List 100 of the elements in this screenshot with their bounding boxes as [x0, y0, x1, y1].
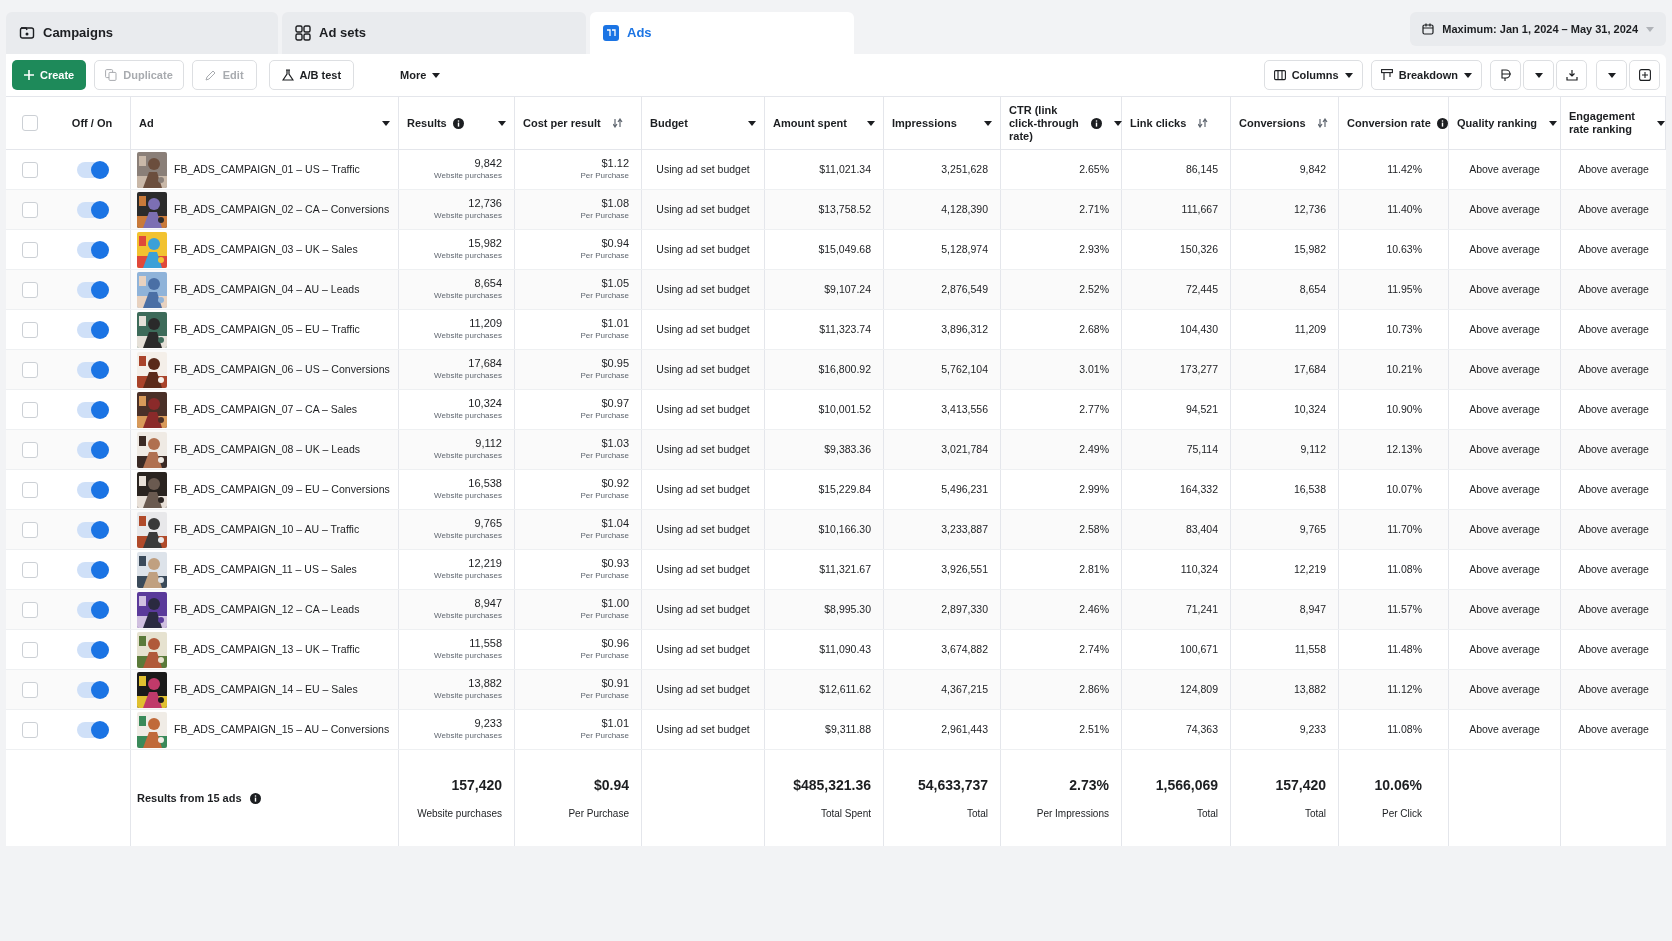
table-cell-text: 11,209	[1294, 321, 1326, 337]
column-header[interactable]: Amount spent	[773, 116, 847, 130]
total-caption: Total	[966, 807, 988, 821]
table-cell-text: Above average	[1578, 321, 1649, 337]
ad-name[interactable]: FB_ADS_CAMPAIGN_15 – AU – Conversions	[174, 721, 390, 738]
cell-caption: Per Purchase	[580, 650, 629, 662]
table-cell-text: Above average	[1469, 161, 1540, 177]
total-value: 157,420	[451, 776, 502, 795]
total-value: $485,321.36	[793, 776, 871, 795]
table-cell-text: 100,671	[1180, 641, 1218, 657]
table-cell-text: 104,430	[1180, 321, 1218, 337]
table-cell-text: 74,363	[1185, 721, 1218, 737]
column-header[interactable]: Off / On	[71, 116, 113, 130]
date-range-button[interactable]: Maximum: Jan 1, 2024 – May 31, 2024	[1410, 12, 1666, 46]
table-cell-text: Using ad set budget	[656, 681, 750, 697]
column-header[interactable]: Ad	[139, 116, 154, 130]
tab[interactable]: Campaigns	[6, 12, 278, 54]
table-cell: $0.91	[601, 677, 629, 690]
table-cell-text: Above average	[1578, 441, 1649, 457]
toolbar-button[interactable]: Breakdown	[1370, 60, 1482, 90]
cell-caption: Per Purchase	[580, 410, 629, 422]
column-header[interactable]: Conversions	[1239, 116, 1306, 130]
tab[interactable]: Ads	[590, 12, 854, 54]
column-header[interactable]: Conversion rate	[1347, 116, 1431, 130]
cell-caption: Website purchases	[434, 170, 502, 182]
table-cell-text: 10.73%	[1386, 321, 1422, 337]
toolbar-button[interactable]: More	[388, 60, 453, 90]
table-cell-text: Above average	[1578, 161, 1649, 177]
ad-name[interactable]: FB_ADS_CAMPAIGN_01 – US – Traffic	[174, 161, 360, 178]
table-cell: $0.95	[601, 357, 629, 370]
ad-name[interactable]: FB_ADS_CAMPAIGN_03 – UK – Sales	[174, 241, 358, 258]
table-cell-text: $11,321.67	[819, 561, 871, 577]
column-header[interactable]: Cost per result	[523, 116, 601, 130]
ad-name[interactable]: FB_ADS_CAMPAIGN_05 – EU – Traffic	[174, 321, 360, 338]
table-cell-text: 11.40%	[1387, 201, 1422, 217]
table-cell-text: Above average	[1578, 561, 1649, 577]
cell-caption: Website purchases	[434, 730, 502, 742]
table-cell-text: $16,800.92	[818, 361, 871, 377]
table-cell-text: Above average	[1469, 321, 1540, 337]
table-cell-text: Above average	[1578, 241, 1649, 257]
table-cell-text: 11.12%	[1387, 681, 1422, 697]
ad-name[interactable]: FB_ADS_CAMPAIGN_08 – UK – Leads	[174, 441, 360, 458]
ad-name[interactable]: FB_ADS_CAMPAIGN_07 – CA – Sales	[174, 401, 358, 418]
cell-caption: Per Purchase	[580, 530, 629, 542]
table-cell-text: 2.68%	[1079, 321, 1109, 337]
ad-name[interactable]: FB_ADS_CAMPAIGN_12 – CA – Leads	[174, 601, 360, 618]
table-cell-text: 12.13%	[1386, 441, 1422, 457]
table-cell-text: $10,001.52	[818, 401, 871, 417]
table-cell: 15,982	[468, 237, 502, 250]
table-cell-text: 11.48%	[1387, 641, 1422, 657]
table-cell-text: 10.63%	[1386, 241, 1422, 257]
column-header[interactable]: Link clicks	[1130, 116, 1187, 130]
table-cell-text: 72,445	[1185, 281, 1218, 297]
table-cell-text: Using ad set budget	[656, 281, 750, 297]
ad-name[interactable]: FB_ADS_CAMPAIGN_11 – US – Sales	[174, 561, 357, 578]
ad-name[interactable]: FB_ADS_CAMPAIGN_14 – EU – Sales	[174, 681, 358, 698]
table-cell-text: 2.71%	[1079, 201, 1109, 217]
table-cell-text: Above average	[1469, 561, 1540, 577]
table-cell-text: Above average	[1469, 281, 1540, 297]
table-cell-text: 3,233,887	[941, 521, 988, 537]
table-cell-text: $11,021.34	[819, 161, 871, 177]
table-cell-text: 2,961,443	[941, 721, 988, 737]
column-header[interactable]: Budget	[650, 116, 688, 130]
column-header[interactable]: Engagement rate ranking	[1569, 110, 1645, 136]
table-cell-text: 111,667	[1181, 201, 1218, 217]
toolbar-button[interactable]: Columns	[1263, 60, 1363, 90]
create-button[interactable]: Create	[12, 60, 87, 90]
ad-name[interactable]: FB_ADS_CAMPAIGN_09 – EU – Conversions	[174, 481, 390, 498]
table-cell-text: Using ad set budget	[656, 321, 750, 337]
column-header[interactable]: CTR (link click-through rate)	[1009, 103, 1085, 143]
table-cell-text: 10.90%	[1386, 401, 1422, 417]
table-cell-text: $9,311.88	[825, 721, 871, 737]
table-cell-text: 13,882	[1293, 681, 1326, 697]
table-cell: 12,219	[468, 557, 502, 570]
table-cell-text: 16,538	[1293, 481, 1326, 497]
table-cell-text: Using ad set budget	[656, 641, 750, 657]
cell-caption: Per Purchase	[580, 570, 629, 582]
ad-name[interactable]: FB_ADS_CAMPAIGN_13 – UK – Traffic	[174, 641, 360, 658]
total-caption: Per Click	[1382, 807, 1422, 821]
table-cell-text: Above average	[1469, 481, 1540, 497]
ad-name[interactable]: FB_ADS_CAMPAIGN_06 – US – Conversions	[174, 361, 390, 378]
ad-name[interactable]: FB_ADS_CAMPAIGN_04 – AU – Leads	[174, 281, 360, 298]
column-header[interactable]: Quality ranking	[1457, 116, 1538, 130]
table-cell: 9,842	[474, 157, 502, 170]
table-cell: 11,209	[469, 317, 502, 330]
cell-caption: Per Purchase	[580, 490, 629, 502]
column-header[interactable]: Results	[407, 116, 447, 130]
ad-name[interactable]: FB_ADS_CAMPAIGN_02 – CA – Conversions	[174, 201, 390, 218]
tab[interactable]: Ad sets	[282, 12, 586, 54]
table-cell: $0.92	[601, 477, 629, 490]
table-cell-text: 110,324	[1180, 561, 1218, 577]
table-cell: 12,736	[468, 197, 502, 210]
ad-name[interactable]: FB_ADS_CAMPAIGN_10 – AU – Traffic	[174, 521, 360, 538]
total-caption: Total Spent	[820, 807, 871, 821]
table-cell-text: 164,332	[1180, 481, 1218, 497]
toolbar-button[interactable]: A/B test	[268, 60, 355, 90]
column-header[interactable]: Impressions	[892, 116, 957, 130]
table-cell-text: 2.74%	[1079, 641, 1109, 657]
cell-caption: Per Purchase	[580, 170, 629, 182]
table-cell-text: 83,404	[1185, 521, 1218, 537]
